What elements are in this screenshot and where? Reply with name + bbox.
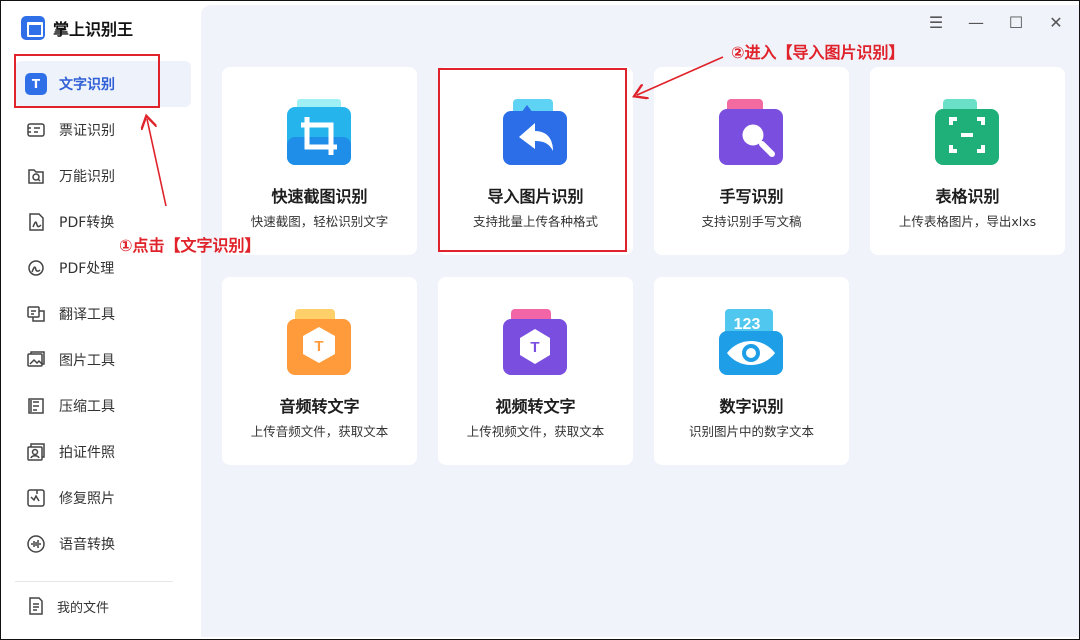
sidebar-item-label: PDF处理 bbox=[59, 261, 115, 277]
card-subtitle: 上传表格图片，导出xlxs bbox=[898, 214, 1037, 229]
annotation-box-text-recognition bbox=[14, 54, 160, 108]
annotation-step1: ①点击【文字识别】 bbox=[119, 236, 261, 255]
sidebar-item-id-photo[interactable]: 拍证件照 bbox=[15, 429, 191, 475]
minimize-button[interactable]: — bbox=[967, 13, 985, 32]
sidebar-item-image-tool[interactable]: 图片工具 bbox=[15, 337, 191, 383]
card-subtitle: 支持识别手写文稿 bbox=[701, 214, 802, 229]
translate-icon bbox=[25, 303, 47, 325]
sidebar-item-compress[interactable]: 压缩工具 bbox=[15, 383, 191, 429]
card-title: 手写识别 bbox=[719, 187, 784, 206]
video-to-text-icon: T bbox=[503, 309, 567, 375]
card-subtitle: 上传音频文件，获取文本 bbox=[250, 424, 389, 439]
card-subtitle: 快速截图，轻松识别文字 bbox=[250, 214, 389, 229]
svg-text:T: T bbox=[314, 338, 323, 355]
handwriting-search-icon bbox=[719, 99, 783, 165]
card-handwriting[interactable]: 手写识别 支持识别手写文稿 bbox=[654, 67, 849, 255]
card-video-to-text[interactable]: T 视频转文字 上传视频文件，获取文本 bbox=[438, 277, 633, 465]
sidebar-divider bbox=[15, 581, 173, 582]
svg-text:123: 123 bbox=[734, 316, 761, 333]
card-title: 数字识别 bbox=[719, 397, 784, 416]
annotation-step2: ②进入【导入图片识别】 bbox=[731, 43, 905, 62]
compress-icon bbox=[25, 395, 47, 417]
close-button[interactable]: ✕ bbox=[1047, 13, 1065, 32]
pdf-convert-icon bbox=[25, 211, 47, 233]
sidebar-item-voice[interactable]: 语音转换 bbox=[15, 521, 191, 567]
sidebar-item-universal[interactable]: 万能识别 bbox=[15, 153, 191, 199]
app-window: 掌上识别王 T 文字识别 票证识别 万能识别 PDF转换 PDF处理 翻译工具 … bbox=[0, 0, 1080, 640]
annotation-box-import-image bbox=[438, 68, 627, 252]
sidebar-item-label: 语音转换 bbox=[59, 537, 115, 553]
sidebar-item-label: PDF转换 bbox=[59, 215, 115, 231]
ticket-icon bbox=[25, 119, 47, 141]
sidebar-item-translate[interactable]: 翻译工具 bbox=[15, 291, 191, 337]
my-files-button[interactable]: 我的文件 bbox=[25, 595, 109, 617]
sidebar-item-label: 修复照片 bbox=[59, 491, 115, 507]
number-eye-icon: 123 bbox=[719, 309, 783, 375]
image-tool-icon bbox=[25, 349, 47, 371]
app-logo-icon bbox=[21, 16, 45, 40]
sidebar-item-ticket[interactable]: 票证识别 bbox=[15, 107, 191, 153]
card-number[interactable]: 123 数字识别 识别图片中的数字文本 bbox=[654, 277, 849, 465]
pdf-process-icon bbox=[25, 257, 47, 279]
brand: 掌上识别王 bbox=[21, 15, 133, 41]
app-title: 掌上识别王 bbox=[53, 20, 134, 39]
card-title: 音频转文字 bbox=[279, 397, 360, 416]
sidebar-item-label: 图片工具 bbox=[59, 353, 115, 369]
file-icon bbox=[25, 595, 47, 617]
table-scan-icon bbox=[935, 99, 999, 165]
sidebar-item-label: 压缩工具 bbox=[59, 399, 115, 415]
card-title: 视频转文字 bbox=[495, 397, 576, 416]
photo-repair-icon bbox=[25, 487, 47, 509]
sidebar-item-label: 拍证件照 bbox=[59, 445, 115, 461]
sidebar-item-label: 万能识别 bbox=[59, 169, 115, 185]
my-files-label: 我的文件 bbox=[57, 600, 110, 616]
sidebar-item-label: 票证识别 bbox=[59, 123, 115, 139]
sidebar-item-photo-repair[interactable]: 修复照片 bbox=[15, 475, 191, 521]
id-photo-icon bbox=[25, 441, 47, 463]
voice-convert-icon bbox=[25, 533, 47, 555]
svg-text:T: T bbox=[530, 339, 539, 356]
card-title: 快速截图识别 bbox=[271, 187, 368, 206]
menu-button[interactable]: ☰ bbox=[927, 13, 945, 32]
card-subtitle: 识别图片中的数字文本 bbox=[688, 424, 814, 439]
screenshot-crop-icon bbox=[287, 99, 351, 165]
card-table[interactable]: 表格识别 上传表格图片，导出xlxs bbox=[870, 67, 1065, 255]
universal-scan-icon bbox=[25, 165, 47, 187]
card-subtitle: 上传视频文件，获取文本 bbox=[466, 424, 605, 439]
card-quick-screenshot[interactable]: 快速截图识别 快速截图，轻松识别文字 bbox=[222, 67, 417, 255]
sidebar-item-label: 翻译工具 bbox=[59, 307, 115, 323]
maximize-button[interactable]: ☐ bbox=[1007, 13, 1025, 32]
window-controls: ☰ — ☐ ✕ bbox=[927, 13, 1065, 32]
card-audio-to-text[interactable]: T 音频转文字 上传音频文件，获取文本 bbox=[222, 277, 417, 465]
audio-to-text-icon: T bbox=[287, 309, 351, 375]
sidebar-nav: T 文字识别 票证识别 万能识别 PDF转换 PDF处理 翻译工具 图片工具 压… bbox=[15, 59, 191, 567]
card-title: 表格识别 bbox=[935, 187, 1000, 206]
